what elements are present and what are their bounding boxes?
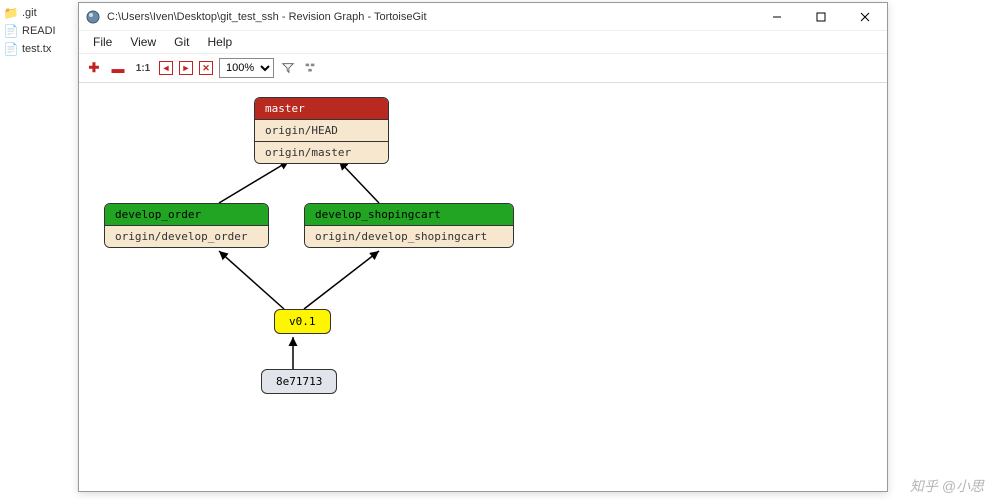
toolbar: ✚ ▬ 1:1 ◄ ► ✕ 100% — [79, 53, 887, 83]
node-header: master — [255, 98, 388, 119]
zoom-select[interactable]: 100% — [219, 58, 274, 78]
nav-close-button[interactable]: ✕ — [199, 61, 213, 75]
node-ref: origin/master — [255, 141, 388, 163]
nav-prev-button[interactable]: ◄ — [159, 61, 173, 75]
file-icon: 📄 — [4, 42, 18, 56]
app-icon — [85, 9, 101, 25]
graph-node-commit[interactable]: 8e71713 — [261, 369, 337, 394]
nav-next-button[interactable]: ► — [179, 61, 193, 75]
graph-node-develop-order[interactable]: develop_order origin/develop_order — [104, 203, 269, 248]
window-title: C:\Users\Iven\Desktop\git_test_ssh - Rev… — [107, 11, 755, 23]
node-header: develop_order — [105, 204, 268, 225]
layout-icon[interactable] — [302, 60, 318, 76]
graph-node-develop-shopingcart[interactable]: develop_shopingcart origin/develop_shopi… — [304, 203, 514, 248]
window-controls — [755, 3, 887, 31]
graph-canvas[interactable]: master origin/HEAD origin/master develop… — [79, 83, 887, 491]
desktop-item-readme[interactable]: 📄 READI — [4, 22, 76, 40]
file-icon: 📄 — [4, 24, 18, 38]
desktop-item-label: .git — [22, 7, 37, 19]
node-ref: origin/develop_shopingcart — [305, 225, 513, 247]
app-window: C:\Users\Iven\Desktop\git_test_ssh - Rev… — [78, 2, 888, 492]
desktop-item-label: READI — [22, 25, 56, 37]
maximize-button[interactable] — [799, 3, 843, 31]
close-button[interactable] — [843, 3, 887, 31]
zoom-actual-button[interactable]: 1:1 — [133, 59, 153, 77]
watermark: 知乎 @小思 — [910, 476, 984, 496]
desktop-item-git[interactable]: 📁 .git — [4, 4, 76, 22]
folder-icon: 📁 — [4, 6, 18, 20]
zoom-out-button[interactable]: ▬ — [109, 59, 127, 77]
menu-help[interactable]: Help — [199, 33, 240, 51]
menu-file[interactable]: File — [85, 33, 120, 51]
desktop-background: 📁 .git 📄 READI 📄 test.tx — [0, 0, 80, 500]
menubar: File View Git Help — [79, 31, 887, 53]
titlebar[interactable]: C:\Users\Iven\Desktop\git_test_ssh - Rev… — [79, 3, 887, 31]
graph-node-master[interactable]: master origin/HEAD origin/master — [254, 97, 389, 164]
filter-icon[interactable] — [280, 60, 296, 76]
graph-node-tag[interactable]: v0.1 — [274, 309, 331, 334]
node-ref: origin/HEAD — [255, 119, 388, 141]
desktop-item-test[interactable]: 📄 test.tx — [4, 40, 76, 58]
node-ref: origin/develop_order — [105, 225, 268, 247]
menu-git[interactable]: Git — [166, 33, 197, 51]
node-header: develop_shopingcart — [305, 204, 513, 225]
zoom-in-button[interactable]: ✚ — [85, 59, 103, 77]
desktop-item-label: test.tx — [22, 43, 51, 55]
menu-view[interactable]: View — [122, 33, 164, 51]
minimize-button[interactable] — [755, 3, 799, 31]
